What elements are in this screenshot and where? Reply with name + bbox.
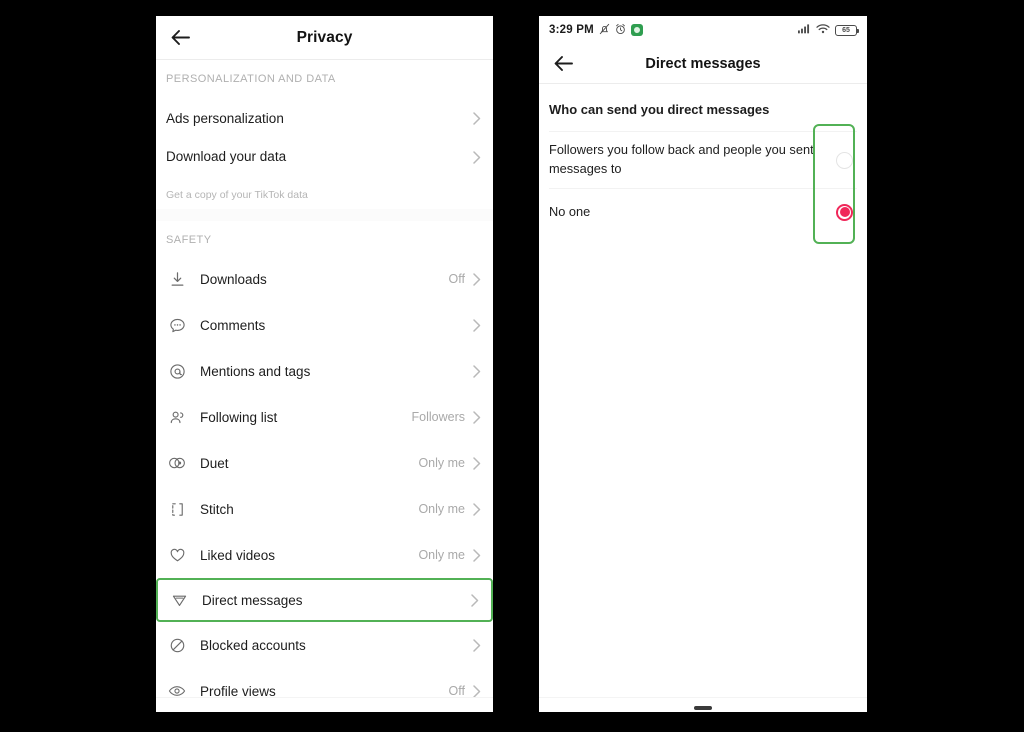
chevron-right-icon <box>473 272 481 286</box>
chevron-right-icon <box>473 111 481 125</box>
block-icon <box>166 634 188 656</box>
battery-indicator: 65 <box>835 24 859 36</box>
row-download-your-data[interactable]: Download your data Get a copy of your Ti… <box>156 141 493 201</box>
back-arrow-icon[interactable] <box>549 50 577 78</box>
dm-section-title: Who can send you direct messages <box>549 102 770 117</box>
row-label: Direct messages <box>202 592 303 608</box>
chevron-right-icon <box>473 684 481 698</box>
row-value: Off <box>448 272 465 286</box>
row-label: Duet <box>200 455 229 471</box>
chevron-right-icon <box>473 318 481 332</box>
radio-followers[interactable] <box>836 151 853 169</box>
row-duet[interactable]: Duet Only me <box>156 440 493 486</box>
section-label-safety: SAFETY <box>166 234 212 246</box>
row-label: Comments <box>200 317 266 333</box>
row-comments[interactable]: Comments <box>156 302 493 348</box>
status-bar-left: 3:29 PM <box>549 23 643 38</box>
eye-icon <box>166 680 188 702</box>
row-value: Only me <box>418 502 465 516</box>
row-mentions-and-tags[interactable]: Mentions and tags <box>156 348 493 394</box>
status-bar: 3:29 PM 65 <box>539 16 867 44</box>
row-blocked-accounts[interactable]: Blocked accounts <box>156 622 493 668</box>
chevron-right-icon <box>473 456 481 470</box>
row-ads-personalization[interactable]: Ads personalization <box>156 95 493 141</box>
section-label-personalization: PERSONALIZATION AND DATA <box>166 73 336 85</box>
privacy-nav-header: Privacy <box>156 16 493 60</box>
direct-messages-screen-panel: 3:29 PM 65 Direct messages Who can send … <box>539 16 867 712</box>
row-label: Stitch <box>200 501 234 517</box>
duet-icon <box>166 452 188 474</box>
page-title: Privacy <box>296 28 353 46</box>
row-label: Liked videos <box>200 547 276 563</box>
row-profile-views[interactable]: Profile views Off <box>156 668 493 712</box>
row-label: Download your data <box>166 149 287 164</box>
row-value: Followers <box>411 410 466 424</box>
comment-bubble-icon <box>166 314 188 336</box>
row-downloads[interactable]: Downloads Off <box>156 256 493 302</box>
row-subtitle: Get a copy of your TikTok data <box>166 189 308 201</box>
chevron-right-icon <box>473 548 481 562</box>
row-label: Ads personalization <box>166 110 284 126</box>
stitch-icon <box>166 498 188 520</box>
back-arrow-icon[interactable] <box>166 24 194 52</box>
row-label: Blocked accounts <box>200 637 306 653</box>
alarm-clock-icon <box>615 23 626 38</box>
wifi-icon <box>816 23 830 37</box>
dm-nav-header: Direct messages <box>539 44 867 84</box>
heart-icon <box>166 544 188 566</box>
status-clock: 3:29 PM <box>549 24 594 36</box>
row-value: Off <box>448 684 465 698</box>
row-label: Downloads <box>200 271 267 287</box>
dm-option-no-one[interactable]: No one <box>539 189 867 235</box>
row-label: Following list <box>200 409 278 425</box>
green-app-icon <box>630 24 643 36</box>
status-bar-right: 65 <box>798 23 859 37</box>
row-direct-messages[interactable]: Direct messages <box>156 578 493 622</box>
page-title: Direct messages <box>645 55 761 72</box>
row-liked-videos[interactable]: Liked videos Only me <box>156 532 493 578</box>
section-divider-band <box>156 209 493 221</box>
bottom-divider <box>539 697 867 698</box>
row-stitch[interactable]: Stitch Only me <box>156 486 493 532</box>
dm-option-label: Followers you follow back and people you… <box>549 142 814 176</box>
bottom-divider <box>156 697 493 698</box>
chevron-right-icon <box>473 151 481 164</box>
chevron-right-icon <box>473 638 481 652</box>
row-value: Only me <box>418 548 465 562</box>
radio-no-one[interactable] <box>836 203 853 221</box>
download-icon <box>166 268 188 290</box>
privacy-screen-panel: Privacy PERSONALIZATION AND DATA Ads per… <box>156 16 493 712</box>
signal-bars-icon <box>798 23 811 37</box>
people-icon <box>166 406 188 428</box>
chevron-right-icon <box>473 410 481 424</box>
row-following-list[interactable]: Following list Followers <box>156 394 493 440</box>
row-value: Only me <box>418 456 465 470</box>
chevron-right-icon <box>473 502 481 516</box>
dm-options-list: Followers you follow back and people you… <box>539 124 867 244</box>
dm-option-followers[interactable]: Followers you follow back and people you… <box>539 132 867 188</box>
at-mention-icon <box>166 360 188 382</box>
bell-muted-icon <box>599 23 610 38</box>
dm-option-label: No one <box>549 203 591 219</box>
chevron-right-icon <box>471 593 479 607</box>
chevron-right-icon <box>473 364 481 378</box>
paper-plane-icon <box>168 589 190 611</box>
screenshot-root: Privacy PERSONALIZATION AND DATA Ads per… <box>0 0 1024 732</box>
row-label: Mentions and tags <box>200 363 311 379</box>
nav-hint-bar <box>694 706 712 710</box>
